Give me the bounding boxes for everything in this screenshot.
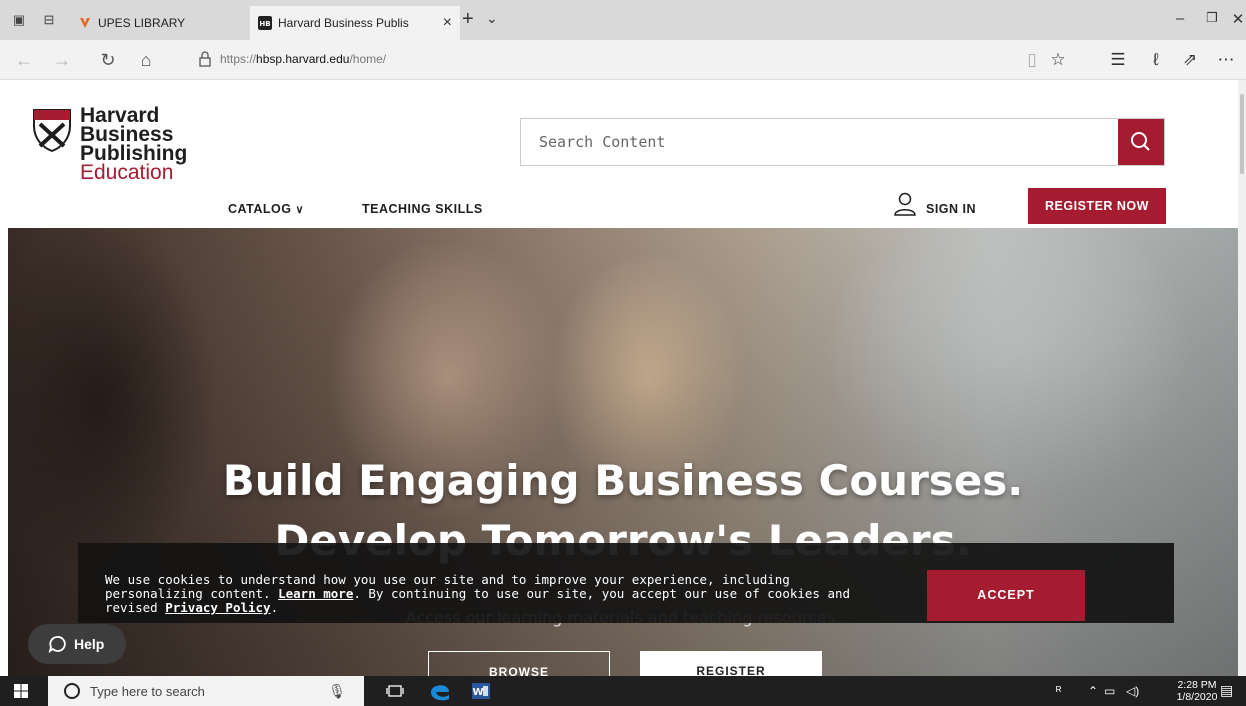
help-button[interactable]: Help [28,624,126,664]
windows-taskbar: Type here to search 🎙 W ᴿ ⌃ ▭ ◁) 2:28 PM… [0,676,1246,706]
harvard-shield-icon [33,109,71,152]
back-arrow-icon[interactable]: ← [12,48,36,72]
tab-label: UPES LIBRARY [98,16,186,30]
reading-view-icon[interactable]: ▯ [1020,48,1044,72]
url-text: https://hbsp.harvard.edu/home/ [220,52,387,66]
tab-preview-icon[interactable]: ⊟ [40,11,58,29]
privacy-policy-link[interactable]: Privacy Policy [165,600,270,615]
upes-favicon-icon [80,18,90,28]
more-options-icon[interactable]: ⋯ [1214,48,1238,72]
user-icon[interactable] [894,192,916,216]
browser-toolbar: ← → ↻ ⌂ https://hbsp.harvard.edu/home/ ▯… [0,40,1246,80]
chat-bubble-icon [48,636,66,653]
svg-text:W: W [472,687,483,698]
word-app-icon[interactable]: W [470,680,492,702]
cookie-banner: We use cookies to understand how you use… [78,543,1174,623]
chevron-down-icon[interactable]: ⌄ [486,10,498,27]
nav-teaching-skills[interactable]: TEACHING SKILLS [362,202,483,216]
search-input[interactable] [521,119,1117,165]
new-tab-icon[interactable]: + [462,8,474,31]
taskbar-search-placeholder: Type here to search [90,684,205,699]
register-now-button[interactable]: REGISTER NOW [1028,188,1166,224]
page-scrollbar[interactable] [1238,80,1246,676]
logo-text: Harvard Business Publishing Education [80,104,188,184]
favorite-star-icon[interactable]: ☆ [1046,48,1070,72]
refresh-icon[interactable]: ↻ [96,48,120,72]
hero-headline: Build Engaging Business Courses. [222,456,1024,505]
lock-icon [199,51,211,67]
notifications-icon[interactable]: ▤ [1220,682,1233,699]
network-icon[interactable]: ▭ [1104,684,1115,698]
search-button[interactable] [1118,119,1164,165]
set-aside-tabs-icon[interactable]: ▣ [10,11,28,29]
nav-catalog[interactable]: CATALOG ∨ [228,202,304,216]
chevron-down-icon: ∨ [295,204,304,216]
accept-cookies-button[interactable]: ACCEPT [927,570,1085,621]
windows-start-icon[interactable] [14,684,28,698]
scrollbar-thumb[interactable] [1240,94,1244,174]
forward-arrow-icon[interactable]: → [50,48,74,72]
browse-button[interactable]: BROWSE [428,651,610,676]
tab-harvard-business-publishing[interactable]: HB Harvard Business Publis × [250,6,460,40]
home-icon[interactable]: ⌂ [134,48,158,72]
site-search [520,118,1165,166]
restore-icon[interactable]: ❐ [1202,10,1222,26]
web-page: Harvard Business Publishing Education CA… [0,80,1246,676]
taskbar-search[interactable]: Type here to search 🎙 [48,676,364,706]
volume-icon[interactable]: ◁) [1126,684,1139,698]
task-view-icon[interactable] [386,680,404,702]
learn-more-link[interactable]: Learn more [278,586,353,601]
svg-text:HB: HB [259,20,270,28]
register-button[interactable]: REGISTER [640,651,822,676]
edge-browser-icon[interactable] [428,680,452,702]
people-icon[interactable]: ᴿ [1056,684,1061,698]
browser-tab-strip: ▣ ⊟ UPES LIBRARY HB Harvard Business Pub… [0,0,1246,40]
close-tab-icon[interactable]: × [443,6,452,40]
microphone-icon[interactable]: 🎙 [328,683,346,700]
address-bar[interactable]: https://hbsp.harvard.edu/home/ [196,48,1016,72]
taskbar-clock[interactable]: 2:28 PM 1/8/2020 [1172,679,1222,703]
close-window-icon[interactable]: ✕ [1228,10,1246,28]
share-icon[interactable]: ⇗ [1178,48,1202,72]
pen-notes-icon[interactable]: ℓ [1144,48,1168,72]
cortana-icon [64,683,80,699]
hbp-favicon-icon: HB [258,16,272,30]
tab-upes-library[interactable]: UPES LIBRARY [70,6,250,40]
cookie-message: We use cookies to understand how you use… [105,572,851,615]
chevron-up-icon[interactable]: ⌃ [1088,684,1098,698]
sign-in-link[interactable]: SIGN IN [926,202,976,216]
search-icon [1131,132,1150,151]
minimize-icon[interactable]: – [1170,10,1190,27]
tab-label: Harvard Business Publis [278,16,409,30]
favorites-hub-icon[interactable]: ☰ [1106,48,1130,72]
